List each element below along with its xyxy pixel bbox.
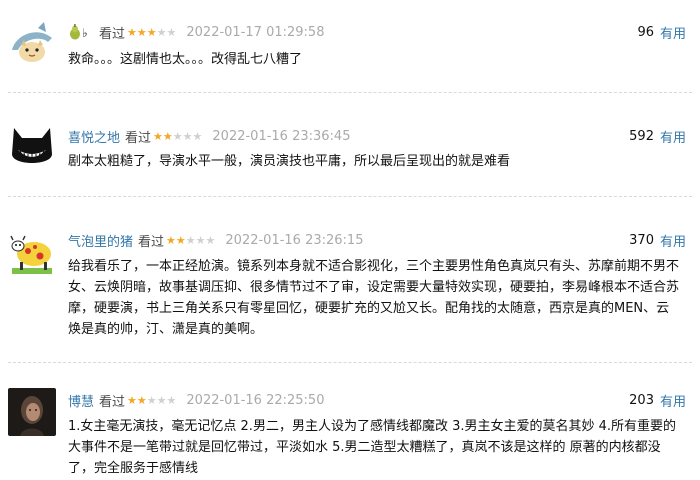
vote-area: 96 有用	[637, 22, 686, 42]
star-icon: ★	[166, 393, 177, 407]
star-icon: ★	[182, 129, 193, 143]
star-icon: ★	[162, 129, 173, 143]
divider	[8, 196, 692, 197]
review-content: 剧本太粗糙了，导演水平一般，演员演技也平庸，所以最后呈现出的就是难看	[68, 154, 511, 169]
divider	[8, 92, 692, 93]
star-icon: ★	[146, 393, 157, 407]
watched-label: 看过	[99, 26, 126, 42]
star-icon: ★	[156, 25, 167, 39]
svg-text:♭: ♭	[82, 26, 88, 40]
avatar[interactable]	[8, 388, 56, 436]
rating-stars: ★ ★ ★ ★ ★	[153, 131, 202, 142]
star-icon: ★	[136, 393, 147, 407]
vote-count: 96	[637, 24, 654, 40]
review-header: 气泡里的猪 看过 ★ ★ ★ ★ ★ 2022-01-16 23:26:15	[68, 230, 363, 250]
review-content: 1.女主毫无演技，毫无记忆点 2.男二，男主人设为了感情线都魔改 3.男主女主爱…	[68, 419, 677, 476]
review-time[interactable]: 2022-01-16 23:36:45	[212, 129, 350, 144]
star-icon: ★	[136, 25, 147, 39]
star-icon: ★	[166, 25, 177, 39]
star-icon: ★	[195, 233, 206, 247]
vote-count: 370	[629, 232, 654, 248]
avatar[interactable]	[8, 20, 56, 68]
avatar[interactable]	[8, 124, 56, 172]
watched-label: 看过	[99, 394, 126, 410]
star-icon: ★	[205, 233, 216, 247]
star-icon: ★	[156, 393, 167, 407]
username[interactable]: 喜悦之地	[68, 127, 120, 146]
review-content: 救命。。。这剧情也太。。。改得乱七八糟了	[68, 52, 303, 67]
watched-label: 看过	[125, 130, 152, 146]
review-header: ♭ 看过 ★ ★ ★ ★ ★ 2022-01-17 01:29:58	[68, 22, 324, 42]
rating-stars: ★ ★ ★ ★ ★	[127, 395, 176, 406]
username[interactable]: 博慧	[68, 391, 94, 410]
avatar[interactable]	[8, 228, 56, 276]
useful-button[interactable]: 有用	[660, 231, 686, 250]
review-time[interactable]: 2022-01-17 01:29:58	[186, 25, 324, 40]
pear-music-icon[interactable]: ♭	[68, 24, 94, 40]
portrait-photo-icon	[8, 388, 56, 436]
useful-button[interactable]: 有用	[660, 127, 686, 146]
useful-button[interactable]: 有用	[660, 391, 686, 410]
rating-stars: ★ ★ ★ ★ ★	[127, 27, 176, 38]
star-icon: ★	[185, 233, 196, 247]
star-icon: ★	[127, 393, 137, 407]
vote-count: 592	[629, 128, 654, 144]
shark-cat-icon	[8, 20, 56, 68]
useful-button[interactable]: 有用	[660, 23, 686, 42]
star-icon: ★	[172, 129, 183, 143]
cartoon-cow-icon	[8, 228, 56, 276]
review-header: 博慧 看过 ★ ★ ★ ★ ★ 2022-01-16 22:25:50	[68, 390, 324, 410]
review-header: 喜悦之地 看过 ★ ★ ★ ★ ★ 2022-01-16 23:36:45	[68, 126, 350, 146]
star-icon: ★	[175, 233, 186, 247]
star-icon: ★	[166, 233, 176, 247]
rating-stars: ★ ★ ★ ★ ★	[166, 235, 215, 246]
vote-area: 592 有用	[629, 126, 686, 146]
divider	[8, 362, 692, 363]
username[interactable]: 气泡里的猪	[68, 231, 133, 250]
review-time[interactable]: 2022-01-16 22:25:50	[186, 393, 324, 408]
review-content: 给我看乐了，一本正经尬演。镜系列本身就不适合影视化，三个主要男性角色真岚只有头、…	[68, 259, 680, 337]
review-time[interactable]: 2022-01-16 23:26:15	[225, 233, 363, 248]
star-icon: ★	[146, 25, 157, 39]
vote-area: 370 有用	[629, 230, 686, 250]
star-icon: ★	[127, 25, 137, 39]
grinning-cat-icon	[8, 124, 56, 172]
watched-label: 看过	[138, 234, 165, 250]
vote-area: 203 有用	[629, 390, 686, 410]
vote-count: 203	[629, 392, 654, 408]
star-icon: ★	[153, 129, 163, 143]
star-icon: ★	[192, 129, 203, 143]
